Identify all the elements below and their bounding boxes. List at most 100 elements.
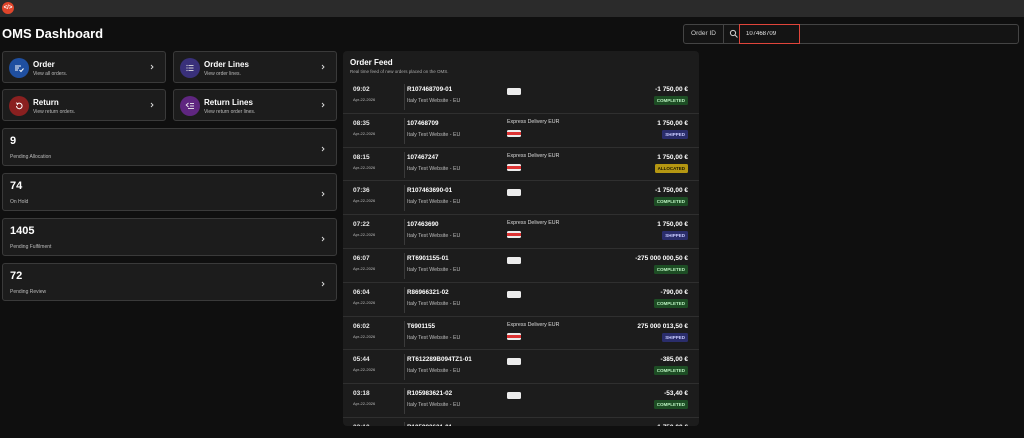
row-divider: [404, 421, 405, 426]
card-subtitle: View order lines.: [204, 71, 241, 77]
order-number[interactable]: R105983621-02: [407, 390, 452, 397]
order-site: Italy Test Website - EU: [407, 334, 461, 341]
stat-value: 74: [10, 180, 23, 192]
stat-label: Pending Fulfilment: [10, 244, 52, 250]
return-card[interactable]: Return View return orders.: [2, 89, 166, 121]
status-badge: COMPLETED: [653, 96, 688, 105]
order-date: Apr-22-2026: [353, 232, 376, 238]
status-badge: COMPLETED: [653, 298, 688, 308]
chevron-right-icon: [150, 64, 154, 70]
stat-value: 1405: [10, 225, 35, 237]
chevron-right-icon: [321, 191, 325, 197]
list-icon-circle: [180, 58, 200, 78]
stat-card-on-hold[interactable]: 74 On Hold: [2, 173, 337, 211]
return-lines-card[interactable]: Return Lines View return order lines.: [173, 89, 337, 121]
stat-card-pending-review[interactable]: 72 Pending Review: [2, 263, 337, 301]
status-badge: ALLOCATED: [654, 163, 688, 173]
order-time: 07:36: [353, 187, 370, 195]
order-feed-row[interactable]: 03:10Apr-22-2026R105983621-01Italy Test …: [343, 418, 699, 426]
delivery-method: Express Delivery EUR: [507, 152, 560, 159]
order-time: 06:07: [353, 254, 370, 262]
order-number[interactable]: RT6901155-01: [407, 255, 449, 262]
order-feed-row[interactable]: 07:36 Apr-22-2026 R107463690-01 Italy Test …: [343, 181, 699, 216]
search-field-label[interactable]: Order ID: [684, 25, 724, 43]
stat-card-pending-fulfilment[interactable]: 1405 Pending Fulfilment: [2, 218, 337, 256]
top-bar: </>: [0, 0, 1024, 17]
row-divider: [404, 320, 405, 347]
order-feed-row[interactable]: 08:15 Apr-22-2026 107467247 Italy Test Webs…: [343, 148, 699, 182]
order-feed-row[interactable]: 07:22 Apr-22-2026 107463690 Italy Test Webs…: [343, 215, 699, 249]
return-icon-circle: [9, 96, 29, 116]
order-date: Apr-22-2026: [353, 299, 376, 305]
order-site: Italy Test Website - EU: [407, 98, 461, 104]
order-feed-row[interactable]: 06:04 Apr-22-2026 R86966321-02 Italy Test W…: [343, 283, 699, 317]
payment-card-icon: [507, 392, 521, 400]
chevron-right-icon: [150, 102, 154, 108]
payment-card-icon: [507, 189, 521, 197]
order-lines-card[interactable]: Order Lines View order lines.: [173, 51, 337, 83]
order-number[interactable]: T6901155: [407, 323, 435, 330]
card-title: Order Lines: [204, 60, 249, 69]
order-card[interactable]: Order View all orders.: [2, 51, 166, 83]
delivery-method: Express Delivery EUR: [507, 220, 560, 227]
order-feed-row[interactable]: 09:02 Apr-22-2026 R107468709-01 Italy Test …: [343, 80, 699, 114]
order-feed-row[interactable]: 06:07 Apr-22-2026 RT6901155-01 Italy Test W…: [343, 249, 699, 283]
order-icon-circle: [9, 58, 29, 78]
order-amount: -1 750,00 €: [655, 187, 688, 195]
order-number[interactable]: R107468709-01: [407, 86, 452, 93]
status-badge: COMPLETED: [653, 400, 688, 410]
order-feed-row[interactable]: 05:44 Apr-22-2026 RT612289B094TZ1-01 Italy …: [343, 350, 699, 385]
row-divider: [404, 219, 405, 246]
return-lines-icon: [185, 102, 194, 109]
order-site: Italy Test Website - EU: [407, 300, 461, 307]
order-amount: -385,00 €: [660, 356, 688, 364]
payment-card-icon: [507, 88, 521, 95]
return-lines-icon-circle: [180, 96, 200, 116]
app-logo[interactable]: </>: [2, 2, 14, 14]
payment-card-icon: [507, 256, 521, 264]
row-divider: [404, 388, 405, 415]
order-number[interactable]: RT612289B094TZ1-01: [407, 356, 472, 363]
order-date: Apr-22-2026: [353, 401, 376, 407]
return-icon: [15, 102, 23, 110]
order-time: 09:02: [353, 86, 370, 93]
order-feed-row[interactable]: 03:18 Apr-22-2026 R105983621-02 Italy Test …: [343, 384, 699, 418]
stat-card-pending-allocation[interactable]: 9 Pending Allocation: [2, 128, 337, 166]
order-number[interactable]: 107467247: [407, 154, 439, 161]
status-badge: SHIPPED: [662, 231, 688, 241]
payment-card-icon: [507, 163, 521, 171]
order-id-input[interactable]: [739, 24, 800, 44]
order-number[interactable]: R107463690-01: [407, 187, 452, 194]
order-feed-row[interactable]: 08:35 Apr-22-2026 107468709 Italy Test Webs…: [343, 114, 699, 148]
order-time: 03:18: [353, 390, 370, 398]
feed-title: Order Feed: [350, 58, 393, 67]
order-amount: 1 750,00 €: [657, 119, 688, 127]
order-date: Apr-22-2026: [353, 333, 376, 339]
list-icon: [186, 64, 194, 72]
order-date: Apr-22-2026: [353, 367, 376, 373]
order-number[interactable]: 107468709: [407, 120, 439, 127]
order-feed-row[interactable]: 06:02 Apr-22-2026 T6901155 Italy Test Websi…: [343, 317, 699, 351]
order-icon: [15, 65, 24, 73]
order-number[interactable]: R86966321-02: [407, 289, 449, 296]
order-time: 05:44: [353, 356, 370, 364]
status-badge: SHIPPED: [662, 129, 688, 139]
order-date: Apr-22-2026: [353, 164, 376, 170]
order-number[interactable]: R105983621-01: [407, 424, 452, 426]
status-badge: COMPLETED: [653, 197, 688, 207]
order-number[interactable]: 107463690: [407, 221, 439, 228]
card-subtitle: View return order lines.: [204, 109, 256, 115]
order-time: 06:04: [353, 288, 370, 296]
order-date: Apr-22-2026: [353, 97, 376, 102]
order-time: 03:10: [353, 424, 370, 426]
payment-card-icon: [507, 231, 521, 239]
order-time: 07:22: [353, 221, 370, 229]
order-date: Apr-22-2026: [353, 265, 376, 271]
order-feed-list: 09:02 Apr-22-2026 R107468709-01 Italy Test …: [343, 80, 699, 426]
order-amount: 1 750,00 €: [657, 153, 688, 161]
payment-card-icon: [507, 129, 521, 137]
row-divider: [404, 84, 405, 110]
order-amount: -53,40 €: [664, 390, 688, 398]
order-site: Italy Test Website - EU: [407, 199, 461, 206]
order-amount: -1 750,00 €: [655, 424, 688, 426]
